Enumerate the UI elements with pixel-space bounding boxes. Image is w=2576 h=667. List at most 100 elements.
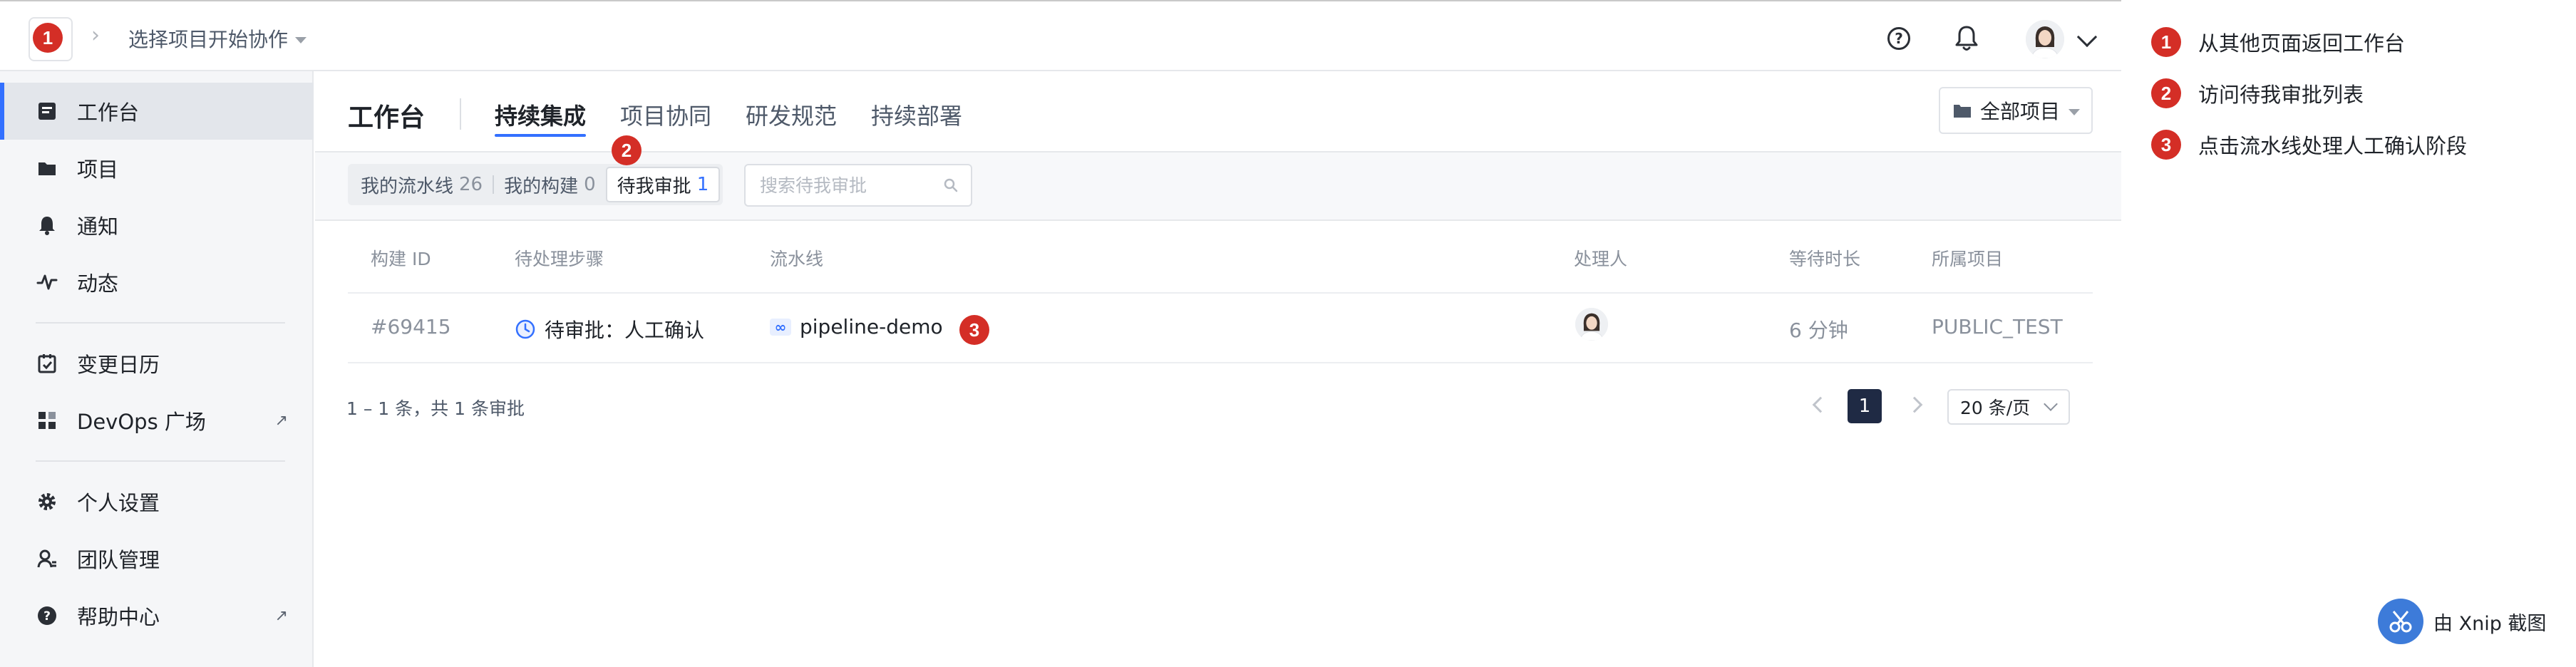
title-divider — [460, 98, 461, 130]
segment-label: 我的流水线 — [361, 175, 454, 197]
annotation-text: 从其他页面返回工作台 — [2198, 31, 2406, 56]
user-avatar[interactable] — [2026, 20, 2064, 58]
sidebar-item-label: 个人设置 — [77, 491, 160, 515]
project-cell: PUBLIC_TEST — [1932, 315, 2063, 338]
sidebar-item-devops-plaza[interactable]: DevOps 广场 ↗ — [0, 392, 314, 449]
step-marker-2: 2 — [612, 135, 642, 165]
project-selector[interactable]: 选择项目开始协作 — [128, 24, 307, 53]
column-header-step: 待处理步骤 — [515, 249, 604, 269]
column-header-pipeline: 流水线 — [770, 249, 824, 269]
sidebar-item-label: 项目 — [77, 157, 119, 182]
segment-label: 我的构建 — [504, 175, 579, 197]
segment-my-builds[interactable]: 我的构建 0 — [494, 167, 606, 202]
view-segmented-control: 我的流水线 26 我的构建 0 待我审批 1 — [348, 164, 723, 205]
folder-icon — [1954, 105, 1971, 118]
all-projects-filter[interactable]: 全部项目 — [1939, 87, 2093, 134]
sidebar-item-label: 变更日历 — [77, 353, 160, 377]
workbench-icon — [36, 100, 58, 123]
page-title: 工作台 — [348, 103, 426, 133]
top-bar: › 选择项目开始协作 ? — [0, 3, 2121, 71]
active-tab-indicator — [495, 134, 586, 137]
annotation-panel: 1 从其他页面返回工作台 2 访问待我审批列表 3 点击流水线处理人工确认阶段 … — [2121, 0, 2576, 667]
next-page-icon[interactable] — [1906, 396, 1923, 413]
sidebar-item-label: 团队管理 — [77, 548, 160, 572]
all-projects-label: 全部项目 — [1980, 100, 2061, 123]
annotation-number: 2 — [2151, 78, 2181, 108]
column-header-wait-time: 等待时长 — [1789, 249, 1861, 269]
segment-count: 1 — [696, 174, 709, 195]
segment-my-pipelines[interactable]: 我的流水线 26 — [351, 167, 493, 202]
search-input[interactable] — [760, 175, 931, 196]
pipeline-link[interactable]: ∞ pipeline-demo — [770, 315, 943, 338]
pending-step-cell[interactable]: 待审批：人工确认 — [515, 315, 704, 343]
page-button-current[interactable]: 1 — [1848, 389, 1882, 423]
sidebar-item-workbench[interactable]: 工作台 — [0, 83, 314, 140]
svg-text:?: ? — [43, 609, 51, 624]
column-header-project: 所属项目 — [1932, 249, 2004, 269]
sidebar-divider — [36, 322, 285, 324]
clock-icon — [515, 319, 535, 339]
sidebar-divider — [36, 460, 285, 462]
handler-avatar — [1575, 308, 1608, 341]
folder-icon — [36, 157, 58, 180]
sidebar-item-change-calendar[interactable]: 变更日历 — [0, 335, 314, 392]
sidebar-item-label: 帮助中心 — [77, 605, 160, 629]
segment-count: 26 — [459, 174, 483, 195]
xnip-watermark: 由 Xnip 截图 — [2378, 599, 2546, 644]
activity-icon — [36, 271, 58, 294]
pipeline-name: pipeline-demo — [800, 315, 943, 338]
sidebar-item-label: 通知 — [77, 214, 119, 239]
annotation-text: 点击流水线处理人工确认阶段 — [2198, 134, 2468, 158]
tab-dev-standards[interactable]: 研发规范 — [746, 98, 837, 131]
annotation-number: 3 — [2151, 130, 2181, 160]
notification-bell-icon[interactable] — [1954, 24, 1979, 53]
annotation-item: 1 从其他页面返回工作台 — [2151, 27, 2405, 57]
table-row-divider — [348, 362, 2093, 363]
sidebar-item-projects[interactable]: 项目 — [0, 140, 314, 197]
sidebar-item-label: 动态 — [77, 272, 119, 296]
segment-pending-approval[interactable]: 待我审批 1 — [605, 167, 721, 202]
project-selector-label: 选择项目开始协作 — [128, 28, 289, 51]
sidebar-item-label: DevOps 广场 — [77, 410, 206, 434]
annotation-number: 1 — [2151, 27, 2181, 57]
sidebar-item-help-center[interactable]: ? 帮助中心 ↗ — [0, 587, 314, 644]
tab-project-collaboration[interactable]: 项目协同 — [620, 98, 711, 131]
sidebar-item-personal-settings[interactable]: 个人设置 — [0, 473, 314, 530]
pending-step-label: 待审批：人工确认 — [545, 319, 705, 342]
account-menu-chevron-icon[interactable] — [2076, 26, 2098, 48]
main-content: 工作台 持续集成 项目协同 研发规范 持续部署 全部项目 我的流水线 26 我的… — [315, 71, 2121, 667]
bell-icon — [36, 214, 58, 237]
column-header-handler: 处理人 — [1574, 249, 1628, 269]
calendar-icon — [36, 352, 58, 375]
wait-time-cell: 6 分钟 — [1789, 319, 1848, 342]
team-icon — [36, 547, 58, 570]
sidebar-item-label: 工作台 — [77, 100, 140, 125]
sidebar-item-activity[interactable]: 动态 — [0, 254, 314, 311]
sidebar: 工作台 项目 通知 动态 变更日历 DevOps 广场 ↗ 个人设置 团队管理 … — [0, 71, 314, 667]
sidebar-item-notifications[interactable]: 通知 — [0, 197, 314, 254]
help-icon[interactable]: ? — [1887, 27, 1910, 50]
watermark-text: 由 Xnip 截图 — [2433, 612, 2547, 635]
sidebar-item-team-management[interactable]: 团队管理 — [0, 530, 314, 587]
previous-page-icon[interactable] — [1812, 396, 1829, 413]
gear-icon — [36, 490, 58, 513]
search-icon[interactable] — [944, 178, 958, 192]
annotation-text: 访问待我审批列表 — [2198, 83, 2364, 107]
breadcrumb-separator: › — [91, 23, 100, 48]
filter-bar: 我的流水线 26 我的构建 0 待我审批 1 — [315, 152, 2121, 221]
external-link-icon: ↗ — [274, 412, 288, 430]
help-circle-icon: ? — [36, 604, 58, 627]
caret-down-icon — [295, 36, 307, 43]
chevron-down-icon — [2044, 397, 2058, 411]
tab-continuous-deployment[interactable]: 持续部署 — [871, 98, 962, 131]
segment-label: 待我审批 — [617, 175, 691, 197]
scissors-icon — [2378, 599, 2423, 644]
tab-continuous-integration[interactable]: 持续集成 — [495, 98, 586, 131]
build-id-link[interactable]: #69415 — [371, 315, 451, 338]
segment-count: 0 — [584, 174, 596, 195]
annotation-item: 3 点击流水线处理人工确认阶段 — [2151, 130, 2467, 160]
page-size-label: 20 条/页 — [1960, 398, 2031, 418]
apps-grid-icon — [36, 409, 58, 432]
step-marker-3: 3 — [959, 315, 989, 345]
page-size-select[interactable]: 20 条/页 — [1947, 389, 2070, 425]
